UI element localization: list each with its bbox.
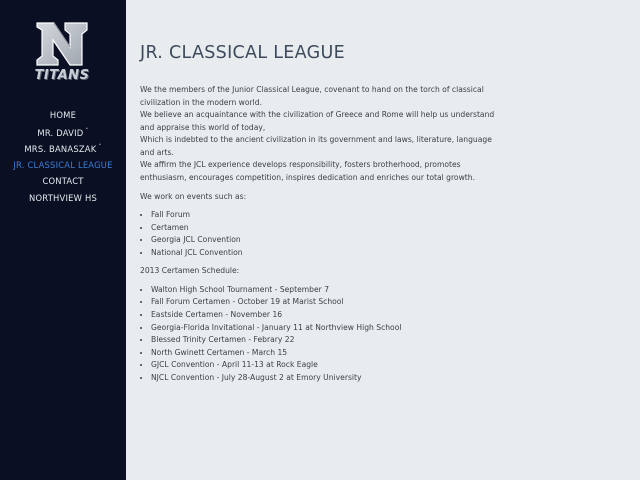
nav-jcl-label: JR. CLASSICAL LEAGUE (13, 159, 113, 170)
nav-jr-classical-league[interactable]: JR. CLASSICAL LEAGUE (0, 157, 126, 174)
sidebar: TITANS HOME MR. DAVID ˇ MRS. BANASZAK ˇ JR… (0, 0, 126, 480)
nav-mr-david-label: MR. DAVID (37, 127, 84, 138)
nav-home[interactable]: HOME (0, 107, 126, 124)
list-item: National JCL Convention (151, 247, 500, 260)
page-title: JR. CLASSICAL LEAGUE (140, 43, 345, 63)
list-item: Walton High School Tournament - Septembe… (151, 284, 500, 297)
list-item: Georgia-Florida Invitational - January 1… (151, 322, 500, 335)
logo-wordmark: TITANS (34, 68, 90, 83)
events-heading: We work on events such as: (140, 191, 247, 201)
schedule-heading: 2013 Certamen Schedule: (140, 266, 240, 276)
list-item: North Gwinett Certamen - March 15 (151, 347, 500, 360)
list-item: NJCL Convention - July 28-August 2 at Em… (151, 372, 500, 385)
schedule-list: Walton High School Tournament - Septembe… (140, 284, 500, 385)
nav-northview-label: NORTHVIEW HS (29, 192, 97, 203)
nav-mrs-banaszak-label: MRS. BANASZAK (24, 144, 97, 154)
creed-line: We affirm the JCL experience develops re… (140, 160, 475, 182)
nav-contact-label: CONTACT (42, 176, 84, 186)
titans-logo[interactable]: TITANS (34, 20, 90, 86)
nav-northview-hs[interactable]: NORTHVIEW HS (0, 190, 126, 207)
list-item: Fall Forum (151, 209, 500, 222)
creed-line: Which is indebted to the ancient civiliz… (140, 135, 492, 157)
list-item: Georgia JCL Convention (151, 234, 500, 247)
list-item: Fall Forum Certamen - October 19 at Mari… (151, 296, 500, 309)
list-item: Eastside Certamen - November 16 (151, 309, 500, 322)
nav-mr-david[interactable]: MR. DAVID ˇ (0, 124, 126, 141)
creed-line: We believe an acquaintance with the civi… (140, 110, 495, 132)
jcl-creed: We the members of the Junior Classical L… (140, 84, 500, 184)
page-body: We the members of the Junior Classical L… (140, 84, 500, 391)
nav-home-label: HOME (49, 110, 77, 120)
main-nav: HOME MR. DAVID ˇ MRS. BANASZAK ˇ JR. CLASS… (0, 107, 126, 206)
creed-line: We the members of the Junior Classical L… (140, 85, 484, 107)
chevron-down-icon: ˇ (98, 144, 102, 151)
nav-contact[interactable]: CONTACT (0, 173, 126, 190)
chevron-down-icon: ˇ (85, 127, 89, 135)
list-item: GJCL Convention - April 11-13 at Rock Ea… (151, 359, 500, 372)
nav-mrs-banaszak[interactable]: MRS. BANASZAK ˇ (0, 140, 126, 157)
events-list: Fall Forum Certamen Georgia JCL Conventi… (140, 209, 500, 259)
n-letter-logo (36, 22, 88, 66)
list-item: Certamen (151, 222, 500, 235)
list-item: Blessed Trinity Certamen - Febrary 22 (151, 334, 500, 347)
